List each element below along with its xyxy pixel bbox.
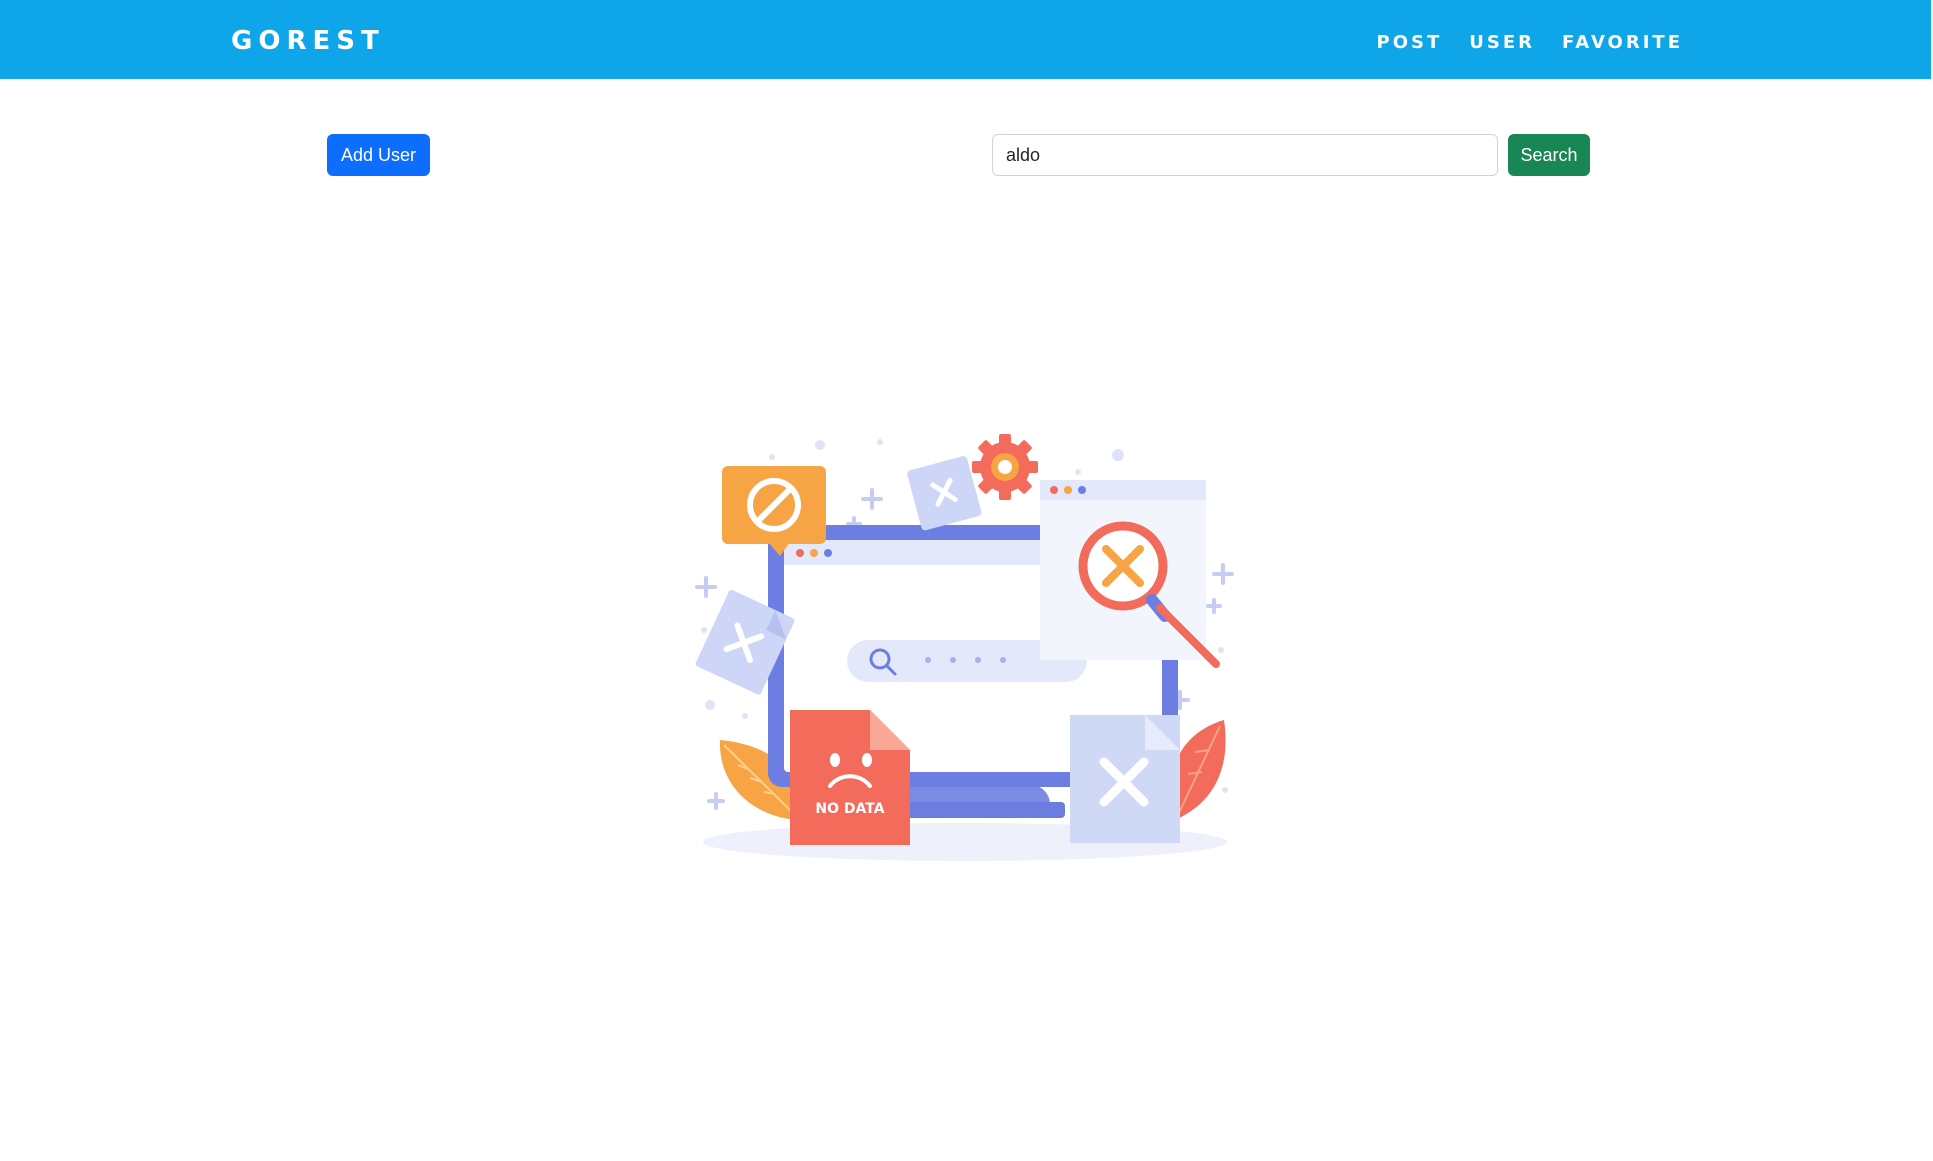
nav-links: POST USER FAVORITE [1377,32,1684,53]
search-input[interactable] [992,134,1498,176]
nav-link-post[interactable]: POST [1377,32,1443,53]
search-button[interactable]: Search [1508,134,1590,176]
navbar: GOREST POST USER FAVORITE [0,0,1931,79]
no-data-label: NO DATA [815,801,884,817]
nav-link-user[interactable]: USER [1469,32,1535,53]
add-user-button[interactable]: Add User [327,134,430,176]
nav-link-favorite[interactable]: FAVORITE [1562,32,1683,53]
no-data-illustration: NO DATA [695,434,1234,861]
brand-logo[interactable]: GOREST [231,26,385,56]
